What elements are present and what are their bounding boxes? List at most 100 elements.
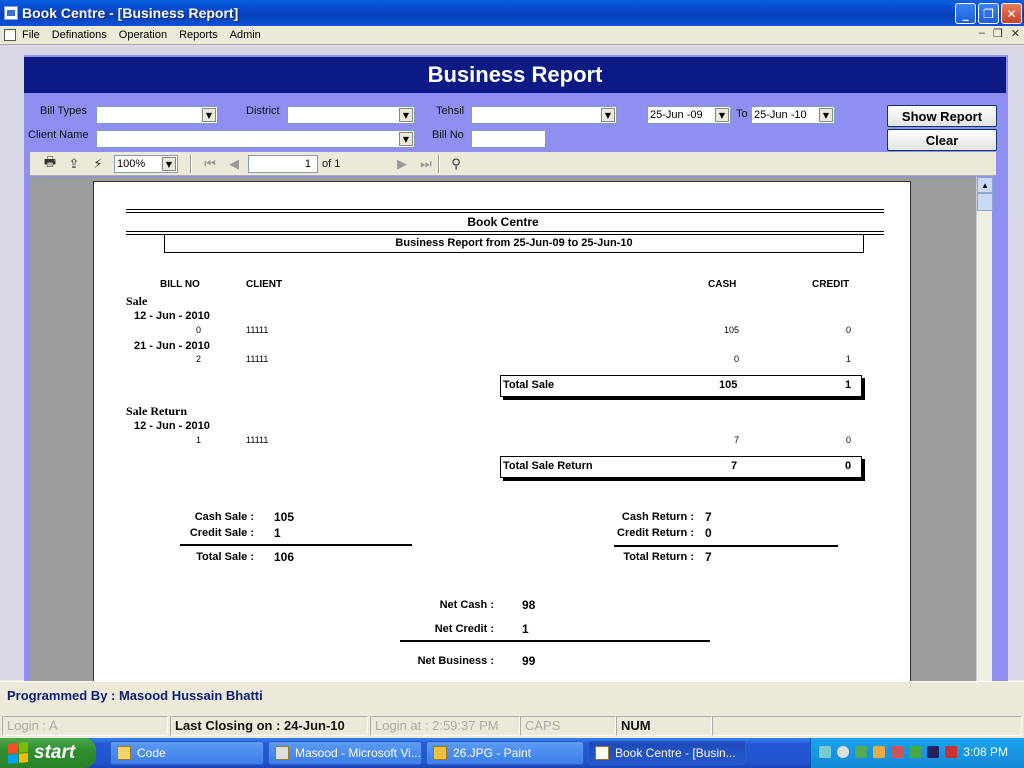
- tray-icon[interactable]: [855, 746, 867, 758]
- cash-cell: 7: [734, 435, 740, 445]
- shield-icon[interactable]: [945, 746, 957, 758]
- bill-no-label: Bill No: [432, 129, 464, 141]
- previous-page-icon[interactable]: ◀: [226, 156, 242, 172]
- scroll-thumb[interactable]: [977, 193, 993, 211]
- chevron-down-icon[interactable]: ▼: [819, 108, 833, 122]
- binoculars-icon[interactable]: ⚲: [448, 156, 464, 172]
- total-sale-credit: 1: [845, 379, 852, 391]
- document-icon[interactable]: [4, 29, 16, 41]
- cash-cell: 105: [724, 325, 740, 335]
- volume-icon[interactable]: [837, 746, 849, 758]
- menu-admin[interactable]: Admin: [230, 29, 261, 41]
- export-icon[interactable]: ⇪: [66, 156, 82, 172]
- cash-sale-label: Cash Sale :: [194, 511, 254, 523]
- col-cash: CASH: [708, 279, 737, 290]
- to-date-value: 25-Jun -10: [754, 109, 807, 121]
- taskbar-button-vb[interactable]: Masood - Microsoft Vi...: [268, 741, 422, 765]
- taskbar-button-code[interactable]: Code: [110, 741, 264, 765]
- total-return-credit: 0: [845, 460, 852, 472]
- taskbar-button-book-centre[interactable]: Book Centre - [Busin...: [588, 741, 746, 765]
- menu-file[interactable]: File: [22, 29, 40, 41]
- clear-button[interactable]: Clear: [887, 129, 997, 151]
- menu-bar: File Definations Operation Reports Admin: [0, 26, 1024, 44]
- page-number-input[interactable]: 1: [248, 155, 318, 173]
- refresh-icon[interactable]: ⚡: [90, 156, 106, 172]
- minimize-button[interactable]: _: [955, 3, 976, 24]
- bill-no-cell: 1: [196, 435, 202, 445]
- tehsil-combo[interactable]: ▼: [471, 106, 617, 124]
- bill-types-combo[interactable]: ▼: [96, 106, 218, 124]
- chevron-down-icon[interactable]: ▼: [202, 108, 216, 122]
- credit-cell: 1: [846, 354, 852, 364]
- mdi-restore-button[interactable]: ❐: [993, 27, 1003, 40]
- next-page-icon[interactable]: ▶: [394, 156, 410, 172]
- tehsil-label: Tehsil: [436, 105, 465, 117]
- to-date-picker[interactable]: 25-Jun -10 ▼: [751, 106, 835, 124]
- status-caps: CAPS: [520, 716, 616, 736]
- taskbar-label: Book Centre - [Busin...: [615, 746, 736, 760]
- windows-flag-icon: [8, 741, 28, 765]
- section-sale: Sale: [126, 294, 148, 308]
- tray-icon[interactable]: [891, 746, 903, 758]
- total-sale-return-box: Total Sale Return 7 0: [500, 456, 862, 478]
- report-viewer: Book Centre Business Report from 25-Jun-…: [30, 177, 990, 681]
- to-label: To: [736, 108, 748, 120]
- net-business-label: Net Business :: [417, 655, 494, 667]
- start-button[interactable]: start: [0, 738, 96, 768]
- chevron-down-icon[interactable]: ▼: [399, 132, 413, 146]
- company-name: Book Centre: [467, 215, 539, 229]
- chevron-down-icon[interactable]: ▼: [601, 108, 615, 122]
- chevron-down-icon[interactable]: ▼: [715, 108, 729, 122]
- menu-operation[interactable]: Operation: [119, 29, 167, 41]
- clock: 3:08 PM: [963, 745, 1008, 759]
- status-login: Login : A: [2, 716, 168, 736]
- net-cash-value: 98: [522, 598, 536, 612]
- report-page: Book Centre Business Report from 25-Jun-…: [93, 181, 911, 681]
- net-credit-label: Net Credit :: [434, 623, 494, 635]
- network-icon[interactable]: [819, 746, 831, 758]
- total-return-summary-value: 7: [705, 550, 712, 564]
- menu-definations[interactable]: Definations: [52, 29, 107, 41]
- scroll-up-icon[interactable]: ▲: [977, 177, 993, 193]
- client-cell: 11111: [246, 325, 269, 335]
- form-header: Business Report: [24, 57, 1006, 93]
- tray-icon[interactable]: [873, 746, 885, 758]
- total-sale-cash: 105: [719, 379, 738, 391]
- app-icon[interactable]: [4, 6, 18, 20]
- group-date: 21 - Jun - 2010: [134, 340, 210, 352]
- bill-no-input[interactable]: [471, 130, 546, 148]
- monitor-icon[interactable]: [927, 746, 939, 758]
- from-date-picker[interactable]: 25-Jun -09 ▼: [647, 106, 731, 124]
- client-name-combo[interactable]: ▼: [96, 130, 415, 148]
- page-count: of 1: [322, 158, 341, 170]
- report-viewer-toolbar: 🖶 ⇪ ⚡ 100% ▼ ⏮ ◀ 1 of 1 ▶ ⏭ ⚲: [30, 152, 996, 176]
- close-button[interactable]: ✕: [1001, 3, 1022, 24]
- menu-reports[interactable]: Reports: [179, 29, 218, 41]
- col-credit: CREDIT: [812, 279, 850, 290]
- tray-icon[interactable]: [909, 746, 921, 758]
- last-page-icon[interactable]: ⏭: [418, 156, 434, 172]
- cash-return-value: 7: [705, 510, 712, 524]
- group-date: 12 - Jun - 2010: [134, 420, 210, 432]
- total-sale-summary-label: Total Sale :: [196, 551, 254, 563]
- chevron-down-icon[interactable]: ▼: [162, 157, 176, 171]
- show-report-button[interactable]: Show Report: [887, 105, 997, 127]
- subtitle-box: Business Report from 25-Jun-09 to 25-Jun…: [164, 234, 864, 253]
- district-combo[interactable]: ▼: [287, 106, 415, 124]
- taskbar-button-paint[interactable]: 26.JPG - Paint: [426, 741, 584, 765]
- status-bar: Login : A Last Closing on : 24-Jun-10 Lo…: [0, 714, 1024, 738]
- zoom-combo[interactable]: 100% ▼: [114, 155, 178, 173]
- vb-icon: [275, 746, 289, 760]
- mdi-minimize-button[interactable]: –: [979, 27, 985, 40]
- chevron-down-icon[interactable]: ▼: [399, 108, 413, 122]
- taskbar: start Code Masood - Microsoft Vi... 26.J…: [0, 738, 1024, 768]
- vertical-scrollbar[interactable]: ▲: [976, 177, 993, 681]
- first-page-icon[interactable]: ⏮: [202, 156, 218, 172]
- maximize-button[interactable]: ❐: [978, 3, 999, 24]
- mdi-close-button[interactable]: ✕: [1011, 27, 1020, 40]
- system-tray: 3:08 PM: [810, 738, 1024, 768]
- status-login-at: Login at : 2:59:37 PM: [370, 716, 520, 736]
- total-return-summary-label: Total Return :: [623, 551, 694, 563]
- print-icon[interactable]: 🖶: [42, 155, 58, 172]
- app-icon: [595, 746, 609, 760]
